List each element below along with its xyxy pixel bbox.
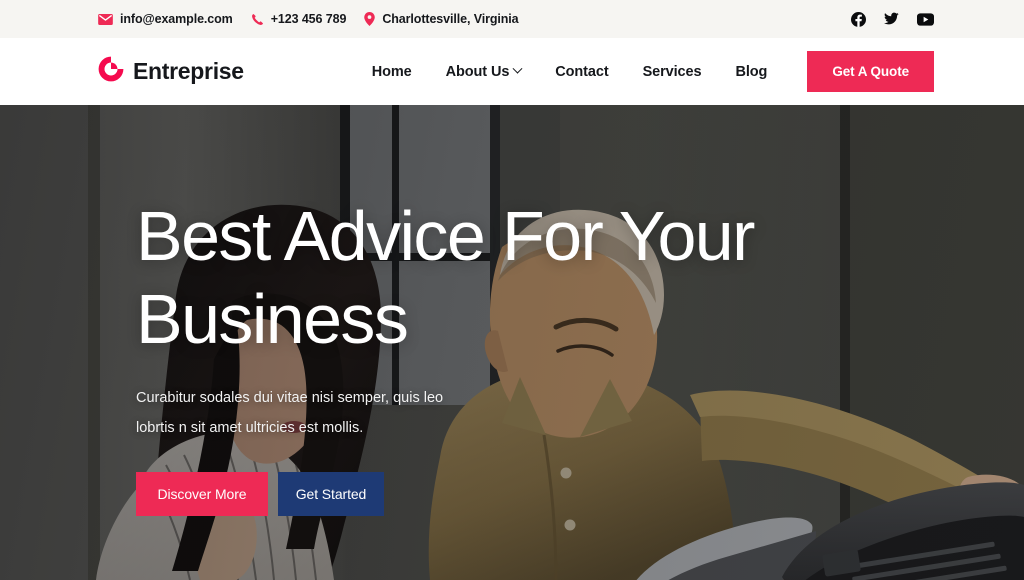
hero-content: Best Advice For Your Business Curabitur … xyxy=(136,105,896,580)
envelope-icon xyxy=(98,13,113,25)
twitter-icon[interactable] xyxy=(884,12,899,26)
nav-item-home[interactable]: Home xyxy=(372,64,412,80)
map-pin-icon xyxy=(364,12,376,26)
youtube-icon[interactable] xyxy=(917,12,934,26)
nav-item-blog-label: Blog xyxy=(735,63,768,80)
top-contact-list: info@example.com +123 456 789 Charlottes… xyxy=(98,12,851,26)
facebook-icon[interactable] xyxy=(851,11,866,27)
nav-item-contact-label: Contact xyxy=(555,63,609,80)
contact-phone[interactable]: +123 456 789 xyxy=(251,12,347,26)
nav-item-contact[interactable]: Contact xyxy=(555,64,608,80)
contact-phone-text: +123 456 789 xyxy=(270,12,347,26)
nav-item-home-label: Home xyxy=(371,63,412,80)
hero-action-buttons: Discover More Get Started xyxy=(136,471,896,516)
hero-title: Best Advice For Your Business xyxy=(136,197,755,358)
get-a-quote-button[interactable]: Get A Quote xyxy=(807,51,934,92)
contact-email[interactable]: info@example.com xyxy=(98,12,233,26)
brand-logo[interactable]: Entreprise xyxy=(98,56,244,87)
nav-item-about-us-label: About Us xyxy=(445,63,510,80)
nav-item-about-us[interactable]: About Us xyxy=(445,63,523,80)
contact-location-text: Charlottesville, Virginia xyxy=(382,12,519,26)
hero-subtitle: Curabitur sodales dui vitae nisi semper,… xyxy=(136,390,444,437)
social-links xyxy=(851,11,934,27)
main-navbar: Entreprise Home About Us Contact Service… xyxy=(0,38,1024,105)
contact-email-text: info@example.com xyxy=(120,12,233,26)
chevron-down-icon xyxy=(512,63,523,74)
logo-c-mark-icon xyxy=(98,56,124,87)
nav-menu: Home About Us Contact Services Blog xyxy=(372,64,768,80)
top-contact-bar: info@example.com +123 456 789 Charlottes… xyxy=(0,0,1024,38)
nav-item-services[interactable]: Services xyxy=(643,64,702,80)
brand-name: Entreprise xyxy=(133,58,244,84)
contact-location[interactable]: Charlottesville, Virginia xyxy=(364,12,519,26)
nav-item-blog[interactable]: Blog xyxy=(735,64,767,80)
discover-more-button[interactable]: Discover More xyxy=(136,471,268,516)
get-started-button[interactable]: Get Started xyxy=(278,471,384,516)
nav-item-services-label: Services xyxy=(642,63,702,80)
hero-section: Best Advice For Your Business Curabitur … xyxy=(0,105,1024,580)
phone-icon xyxy=(251,13,264,26)
